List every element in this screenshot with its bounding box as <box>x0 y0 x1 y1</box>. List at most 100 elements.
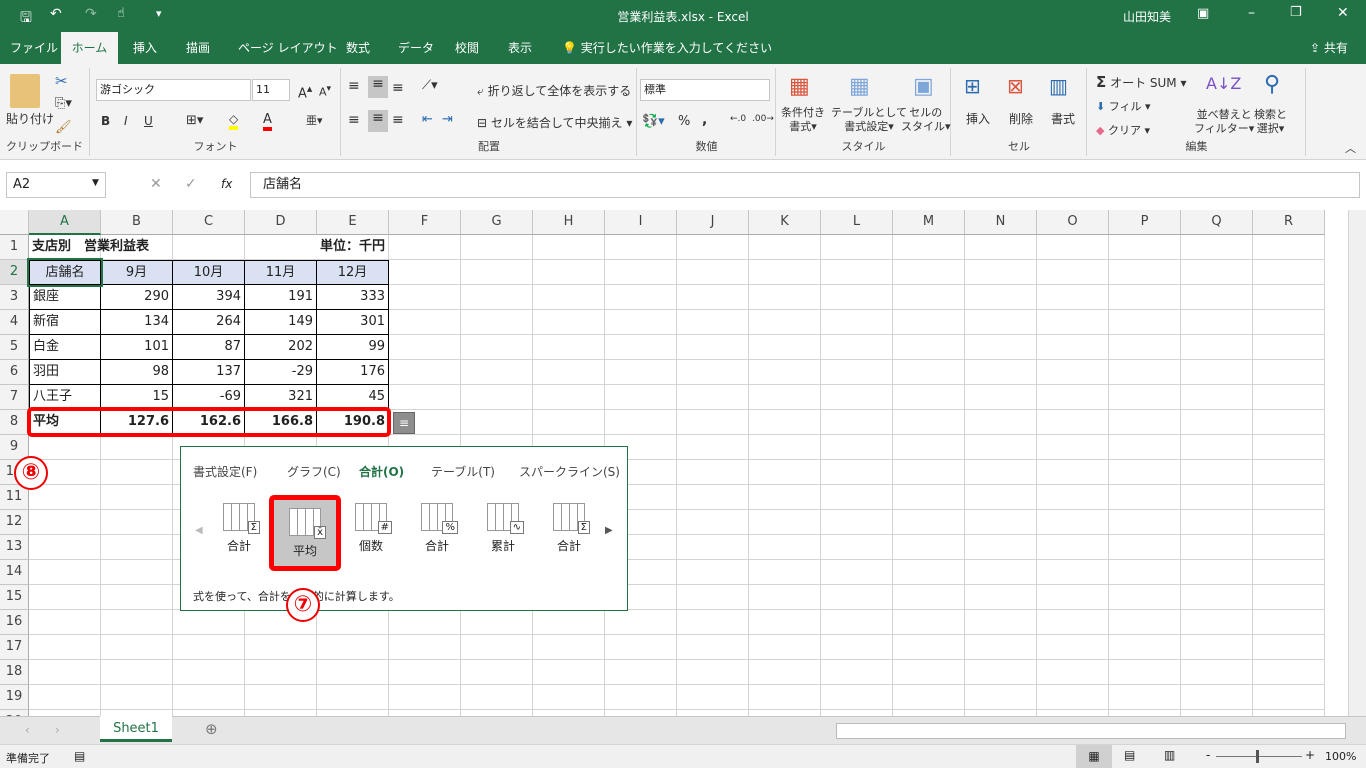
cell-I17[interactable] <box>605 635 677 660</box>
cell-R11[interactable] <box>1253 485 1325 510</box>
cell-O19[interactable] <box>1037 685 1109 710</box>
cell-E16[interactable] <box>317 610 389 635</box>
cell-N9[interactable] <box>965 435 1037 460</box>
cell-O11[interactable] <box>1037 485 1109 510</box>
cell-O14[interactable] <box>1037 560 1109 585</box>
cell-M10[interactable] <box>893 460 965 485</box>
column-header-H[interactable]: H <box>533 210 605 235</box>
tell-me-box[interactable]: 💡 実行したい作業を入力してください <box>552 32 782 64</box>
column-header-F[interactable]: F <box>389 210 461 235</box>
cell-F3[interactable] <box>389 285 461 310</box>
cell-R4[interactable] <box>1253 310 1325 335</box>
cell-F16[interactable] <box>389 610 461 635</box>
cell-I5[interactable] <box>605 335 677 360</box>
row-header-19[interactable]: 19 <box>0 685 29 710</box>
column-header-D[interactable]: D <box>245 210 317 235</box>
column-header-E[interactable]: E <box>317 210 389 235</box>
cell-O1[interactable] <box>1037 235 1109 260</box>
cell-O5[interactable] <box>1037 335 1109 360</box>
cell-O12[interactable] <box>1037 510 1109 535</box>
cell-R3[interactable] <box>1253 285 1325 310</box>
cell-N17[interactable] <box>965 635 1037 660</box>
cell-N6[interactable] <box>965 360 1037 385</box>
cell-H7[interactable] <box>533 385 605 410</box>
cell-M17[interactable] <box>893 635 965 660</box>
cell-J17[interactable] <box>677 635 749 660</box>
user-name[interactable]: 山田知美 <box>1123 8 1171 25</box>
quick-analysis-item-5[interactable]: Σ 合計 <box>537 495 601 571</box>
sort-filter-button[interactable]: 並べ替えと フィルター▾ <box>1194 108 1254 136</box>
cell-N19[interactable] <box>965 685 1037 710</box>
quick-analysis-tab-1[interactable]: グラフ(C) <box>287 463 341 480</box>
cell-L17[interactable] <box>821 635 893 660</box>
cell-B17[interactable] <box>101 635 173 660</box>
cell-L5[interactable] <box>821 335 893 360</box>
cell-F17[interactable] <box>389 635 461 660</box>
cell-A3[interactable]: 銀座 <box>29 285 101 310</box>
tab-home[interactable]: ホーム <box>61 32 118 64</box>
cell-P16[interactable] <box>1109 610 1181 635</box>
wrap-text-button[interactable]: ⤶ 折り返して全体を表示する <box>477 82 631 99</box>
column-header-R[interactable]: R <box>1253 210 1325 235</box>
tab-insert[interactable]: 挿入 <box>123 32 167 64</box>
column-header-A[interactable]: A <box>29 210 101 235</box>
cell-J11[interactable] <box>677 485 749 510</box>
column-header-L[interactable]: L <box>821 210 893 235</box>
column-header-K[interactable]: K <box>749 210 821 235</box>
paste-button[interactable]: 貼り付け <box>6 110 54 127</box>
page-break-view-icon[interactable]: ▥ <box>1164 748 1175 762</box>
cell-Q8[interactable] <box>1181 410 1253 435</box>
phonetic-icon[interactable]: 亜▾ <box>306 112 323 128</box>
cell-C2[interactable]: 10月 <box>173 260 245 285</box>
cell-J7[interactable] <box>677 385 749 410</box>
column-header-J[interactable]: J <box>677 210 749 235</box>
ribbon-display-icon[interactable]: ▣ <box>1197 6 1209 21</box>
cell-D17[interactable] <box>245 635 317 660</box>
tab-draw[interactable]: 描画 <box>176 32 220 64</box>
cell-P4[interactable] <box>1109 310 1181 335</box>
cell-N14[interactable] <box>965 560 1037 585</box>
cell-J10[interactable] <box>677 460 749 485</box>
cell-K15[interactable] <box>749 585 821 610</box>
cell-N5[interactable] <box>965 335 1037 360</box>
cell-J15[interactable] <box>677 585 749 610</box>
cell-Q14[interactable] <box>1181 560 1253 585</box>
cell-H6[interactable] <box>533 360 605 385</box>
cell-A18[interactable] <box>29 660 101 685</box>
sheet-tab-sheet1[interactable]: Sheet1 <box>100 716 172 742</box>
quick-analysis-tab-2[interactable]: 合計(O) <box>359 463 404 480</box>
clear-button[interactable]: ◆ クリア ▾ <box>1096 122 1150 138</box>
cell-N11[interactable] <box>965 485 1037 510</box>
cell-R5[interactable] <box>1253 335 1325 360</box>
cell-I1[interactable] <box>605 235 677 260</box>
cell-L19[interactable] <box>821 685 893 710</box>
cell-L6[interactable] <box>821 360 893 385</box>
cell-A2[interactable]: 店舗名 <box>27 258 103 287</box>
cell-N3[interactable] <box>965 285 1037 310</box>
cell-P13[interactable] <box>1109 535 1181 560</box>
cell-N1[interactable] <box>965 235 1037 260</box>
row-header-5[interactable]: 5 <box>0 335 29 360</box>
cell-H8[interactable] <box>533 410 605 435</box>
cell-Q1[interactable] <box>1181 235 1253 260</box>
cell-L8[interactable] <box>821 410 893 435</box>
align-middle-icon[interactable]: ≡ <box>368 76 388 98</box>
cell-B13[interactable] <box>101 535 173 560</box>
align-bottom-icon[interactable]: ≡ <box>392 80 404 96</box>
cell-G5[interactable] <box>461 335 533 360</box>
cell-M15[interactable] <box>893 585 965 610</box>
comma-button[interactable]: , <box>702 112 707 128</box>
cell-C19[interactable] <box>173 685 245 710</box>
cell-P5[interactable] <box>1109 335 1181 360</box>
cell-I3[interactable] <box>605 285 677 310</box>
cell-O15[interactable] <box>1037 585 1109 610</box>
cell-B19[interactable] <box>101 685 173 710</box>
column-header-C[interactable]: C <box>173 210 245 235</box>
cell-G19[interactable] <box>461 685 533 710</box>
cell-M3[interactable] <box>893 285 965 310</box>
cell-B18[interactable] <box>101 660 173 685</box>
cell-J14[interactable] <box>677 560 749 585</box>
cell-G2[interactable] <box>461 260 533 285</box>
font-color-icon[interactable]: A <box>263 112 272 131</box>
cell-M19[interactable] <box>893 685 965 710</box>
